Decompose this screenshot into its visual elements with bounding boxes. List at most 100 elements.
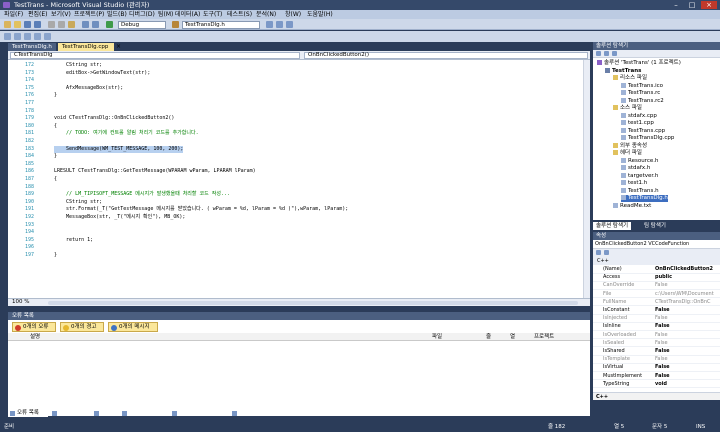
properties-icon[interactable] — [276, 21, 283, 28]
comment-icon[interactable] — [4, 33, 11, 40]
tree-item[interactable]: TestTransDlg.h — [621, 195, 668, 202]
start-debug-icon[interactable] — [106, 21, 113, 28]
tree-item[interactable]: TestTrans.cpp — [621, 127, 665, 135]
property-value[interactable]: OnBnClickedButton2 — [655, 266, 713, 274]
tree-item[interactable]: TestTrans.ico — [621, 82, 663, 90]
code-line[interactable]: { — [54, 176, 57, 183]
tree-item[interactable]: TestTransDlg.cpp — [621, 135, 674, 142]
menu-window[interactable]: 창(W) — [285, 10, 301, 19]
property-value[interactable]: False — [655, 307, 670, 315]
tab-find-results-1[interactable]: 찾기 결과 1 — [120, 409, 168, 417]
menu-test[interactable]: 테스트(S) — [227, 10, 252, 19]
menu-debug[interactable]: 디버그(D) — [129, 10, 155, 19]
property-row[interactable]: IsConstant False — [593, 307, 720, 315]
tree-item[interactable]: 헤더 파일 — [613, 150, 642, 157]
bookmark-icon[interactable] — [44, 33, 51, 40]
code-line[interactable]: str.Format(_T("GetTestMessage 메시지를 받았습니다… — [54, 206, 348, 213]
property-value[interactable]: False — [655, 323, 670, 331]
tab-team-explorer[interactable]: 팀 탐색기 — [641, 222, 669, 230]
properties-object-select[interactable]: OnBnClickedButton2 VCCodeFunction — [593, 240, 720, 249]
code-line[interactable]: LRESULT CTestTransDlg::GetTestMessage(WP… — [54, 168, 256, 175]
tree-item[interactable]: 리소스 파일 — [613, 75, 647, 82]
tab-solution-explorer[interactable]: 솔루션 탐색기 — [593, 222, 632, 230]
tab-testtransdlg-cpp[interactable]: TestTransDlg.cpp — [58, 43, 114, 51]
tab-output[interactable]: 출력 — [92, 409, 118, 417]
tree-item[interactable]: test1.h — [621, 180, 647, 187]
open-file-icon[interactable] — [14, 21, 21, 28]
menu-build[interactable]: 빌드(B) — [107, 10, 127, 19]
col-project[interactable]: 프로젝트 — [534, 333, 554, 341]
code-line[interactable]: // LM_TIPISOFT_MESSAGE 메시지가 발생했을때 처리할 코드… — [54, 191, 230, 198]
tab-find-symbol-results[interactable]: 기호 찾기 결과 — [170, 409, 228, 417]
code-line[interactable]: } — [54, 92, 57, 99]
property-row[interactable]: Access public — [593, 274, 720, 282]
copy-icon[interactable] — [58, 21, 65, 28]
find-icon[interactable] — [172, 21, 179, 28]
code-line[interactable]: MessageBox(str, _T("메시지 확인"), MB_OK); — [54, 214, 185, 221]
properties-section-cpp[interactable]: C++ — [593, 257, 720, 265]
property-value[interactable]: False — [655, 282, 668, 290]
menu-file[interactable]: 파일(F) — [4, 10, 23, 19]
tab-testtransdlg-h[interactable]: TestTransDlg.h — [8, 43, 56, 51]
tree-item[interactable]: targetver.h — [621, 172, 658, 180]
code-line[interactable]: AfxMessageBox(str); — [54, 85, 123, 92]
save-all-icon[interactable] — [34, 21, 41, 28]
property-value[interactable]: void — [655, 381, 667, 389]
menu-project[interactable]: 프로젝트(P) — [74, 10, 104, 19]
menu-tools[interactable]: 도구(T) — [203, 10, 222, 19]
col-line[interactable]: 줄 — [486, 333, 491, 341]
member-dropdown[interactable]: OnBnClickedButton2() — [304, 52, 588, 59]
property-row[interactable]: CanOverride False — [593, 282, 720, 290]
code-line[interactable]: CString str; — [54, 62, 102, 69]
properties-icon[interactable] — [596, 51, 601, 56]
paste-icon[interactable] — [68, 21, 75, 28]
property-value[interactable]: False — [655, 332, 668, 340]
code-line[interactable]: void CTestTransDlg::OnBnClickedButton2() — [54, 115, 174, 122]
menu-edit[interactable]: 편집(E) — [28, 10, 48, 19]
property-row[interactable]: FullName CTestTransDlg::OnBnC — [593, 299, 720, 307]
property-value[interactable]: False — [655, 356, 668, 364]
property-value[interactable]: False — [655, 315, 668, 323]
property-row[interactable]: IsSealed False — [593, 340, 720, 348]
tree-item[interactable]: TestTrans — [605, 67, 641, 75]
property-value[interactable]: False — [655, 373, 670, 381]
property-row[interactable]: IsOverloaded False — [593, 332, 720, 340]
outdent-icon[interactable] — [34, 33, 41, 40]
code-line[interactable]: SendMessage(WM_TEST_MESSAGE, 100, 200); — [54, 145, 184, 153]
uncomment-icon[interactable] — [14, 33, 21, 40]
property-value[interactable]: CTestTransDlg::OnBnC — [655, 299, 711, 307]
code-line[interactable]: { — [54, 123, 57, 130]
redo-icon[interactable] — [92, 21, 99, 28]
toolbox-icon[interactable] — [286, 21, 293, 28]
menu-team[interactable]: 팀(M) — [158, 10, 173, 19]
tab-error-list[interactable]: 오류 목록 — [8, 409, 48, 417]
property-row[interactable]: TypeString void — [593, 381, 720, 389]
solution-explorer-icon[interactable] — [266, 21, 273, 28]
property-row[interactable]: IsInjected False — [593, 315, 720, 323]
menu-analyze[interactable]: 분석(N) — [256, 10, 276, 19]
code-editor[interactable]: 172 173 174 175 176 177 178 179 180 181 182 183 184 1… — [8, 60, 590, 298]
property-row[interactable]: IsTemplate False — [593, 356, 720, 364]
property-value[interactable]: public — [655, 274, 672, 282]
new-project-icon[interactable] — [4, 21, 11, 28]
errors-filter-button[interactable]: 0개의 오류 — [12, 322, 56, 332]
tree-item[interactable]: Resource.h — [621, 157, 658, 165]
tree-item[interactable]: TestTrans.rc2 — [621, 97, 664, 105]
col-column[interactable]: 열 — [510, 333, 515, 341]
tree-item[interactable]: stdafx.h — [621, 165, 650, 172]
property-value[interactable]: c:\Users\WM\Document — [655, 291, 714, 299]
messages-filter-button[interactable]: 0개의 메시지 — [108, 322, 158, 332]
horizontal-scrollbar[interactable] — [48, 301, 578, 305]
col-description[interactable]: 설명 — [30, 333, 40, 341]
menu-help[interactable]: 도움말(H) — [307, 10, 333, 19]
refresh-icon[interactable] — [612, 51, 617, 56]
solution-config-select[interactable]: Debug — [118, 21, 166, 29]
code-line[interactable]: CString str; — [54, 199, 102, 206]
code-line[interactable]: } — [54, 252, 57, 259]
tree-item[interactable]: 소스 파일 — [613, 105, 642, 112]
class-dropdown[interactable]: CTestTransDlg — [10, 52, 300, 59]
vertical-scrollbar[interactable] — [583, 60, 590, 298]
property-row[interactable]: IsShared False — [593, 348, 720, 356]
col-file[interactable]: 파일 — [432, 333, 442, 341]
property-value[interactable]: False — [655, 364, 670, 372]
